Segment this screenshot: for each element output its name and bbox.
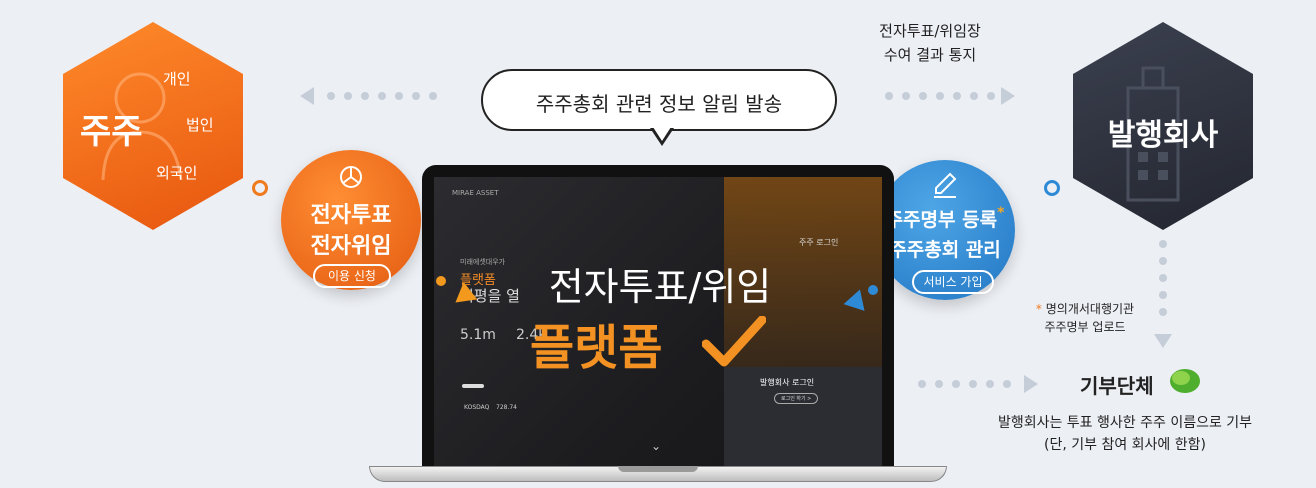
shareholder-title: 주주 bbox=[80, 112, 143, 152]
donation-desc-line2: (단, 기부 참여 회사에 한함) bbox=[1044, 437, 1206, 453]
dot bbox=[378, 92, 386, 100]
blue-dot bbox=[868, 285, 878, 295]
screen-stat1: 5.1m bbox=[460, 327, 496, 343]
dot bbox=[1003, 380, 1011, 388]
dot bbox=[412, 92, 420, 100]
orange-dot bbox=[436, 276, 446, 286]
shareholder-type-foreigner: 외국인 bbox=[156, 164, 198, 182]
registry-line2: 주주총회 관리 bbox=[889, 239, 1001, 261]
screen-logo: MIRAE ASSET bbox=[452, 189, 499, 197]
dot bbox=[953, 92, 961, 100]
arrow-left-icon bbox=[300, 87, 314, 105]
screen-shareholder-login[interactable]: 주주 로그인 bbox=[799, 237, 838, 248]
dot bbox=[919, 92, 927, 100]
orange-triangle bbox=[452, 280, 478, 303]
platform-title-line1: 전자투표/위임 bbox=[548, 265, 772, 309]
shareholder-type-corporate: 법인 bbox=[186, 116, 214, 134]
checkmark-icon bbox=[702, 316, 766, 367]
dot bbox=[885, 92, 893, 100]
dot bbox=[902, 92, 910, 100]
join-service-button[interactable]: 서비스 가입 bbox=[912, 270, 994, 294]
evote-line2: 전자위임 bbox=[310, 234, 392, 259]
dot bbox=[361, 92, 369, 100]
register-note-line2: 주주명부 업로드 bbox=[1044, 320, 1126, 334]
dot bbox=[1159, 240, 1167, 248]
register-note-line1: * 명의개서대행기관 bbox=[1035, 302, 1135, 316]
dot bbox=[969, 380, 977, 388]
pencil-icon bbox=[934, 172, 957, 198]
platform-title-line2: 플랫폼 bbox=[530, 320, 663, 376]
bubble-tail-inner bbox=[653, 127, 671, 141]
arrow-right-icon bbox=[1001, 87, 1015, 105]
arrow-right-icon bbox=[1024, 375, 1038, 393]
registry-asterisk: * bbox=[997, 205, 1005, 221]
dot bbox=[986, 380, 994, 388]
dot bbox=[970, 92, 978, 100]
chevron-down-icon[interactable]: ⌄ bbox=[651, 439, 661, 453]
notice-text: 주주총회 관련 정보 알림 발송 bbox=[535, 92, 783, 116]
dot bbox=[344, 92, 352, 100]
donation-desc-line1: 발행회사는 투표 행사한 주주 이름으로 기부 bbox=[997, 415, 1253, 431]
dot bbox=[935, 380, 943, 388]
result-notice-line2: 수여 결과 통지 bbox=[883, 46, 977, 64]
connector-ring-right bbox=[1044, 180, 1060, 196]
dot bbox=[987, 92, 995, 100]
screen-company-login[interactable]: 발행회사 로그인 bbox=[760, 377, 814, 388]
shareholder-type-individual: 개인 bbox=[163, 70, 191, 88]
dot bbox=[1159, 274, 1167, 282]
result-notice-line1: 전자투표/위임장 bbox=[879, 22, 981, 40]
evote-line1: 전자투표 bbox=[310, 203, 392, 228]
screen-ticker-value: 728.74 bbox=[496, 404, 517, 411]
dot bbox=[918, 380, 926, 388]
registry-line1: 주주명부 등록* bbox=[885, 205, 1005, 231]
screen-headline-pre: 미래에셋대우가 bbox=[460, 258, 506, 266]
issuer-title: 발행회사 bbox=[1107, 118, 1219, 153]
donation-title: 기부단체 bbox=[1080, 374, 1154, 398]
arrow-down-icon bbox=[1154, 334, 1172, 348]
dot bbox=[936, 92, 944, 100]
dot bbox=[1159, 257, 1167, 265]
dot bbox=[429, 92, 437, 100]
dot bbox=[395, 92, 403, 100]
dot bbox=[952, 380, 960, 388]
dot bbox=[1159, 291, 1167, 299]
screen-ticker-name: KOSDAQ bbox=[464, 404, 490, 411]
dot bbox=[327, 92, 335, 100]
laptop-notch bbox=[618, 466, 698, 472]
connector-ring-left bbox=[252, 180, 268, 196]
apply-button[interactable]: 이용 신청 bbox=[313, 264, 391, 288]
dot bbox=[1159, 308, 1167, 316]
screen-company-login-button[interactable]: 로그인 하기 > bbox=[774, 393, 819, 404]
pie-chart-icon bbox=[340, 166, 362, 188]
leaf-icon bbox=[1170, 369, 1200, 393]
